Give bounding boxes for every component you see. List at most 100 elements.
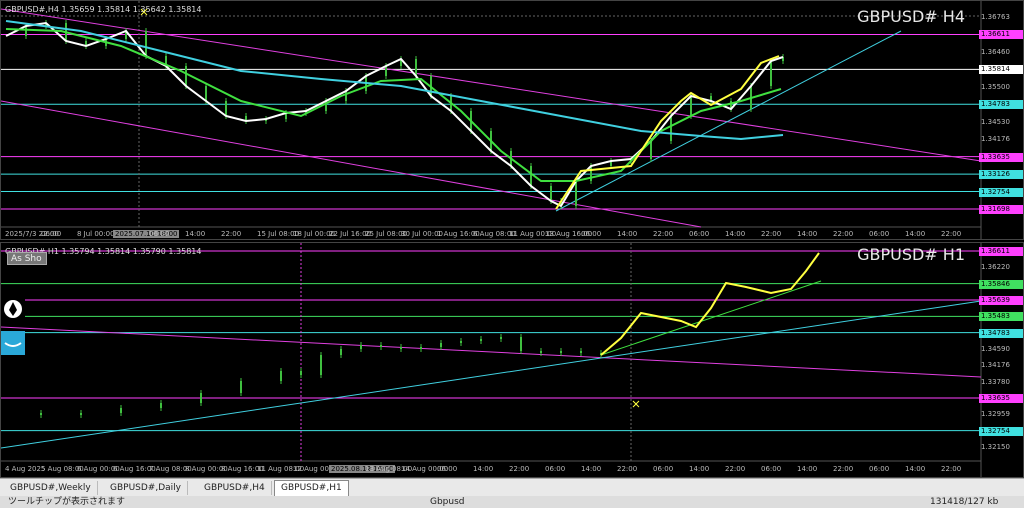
h1-time-label: 06:00 (545, 465, 566, 473)
tab-gbpusd--daily[interactable]: GBPUSD#,Daily (104, 481, 188, 495)
h1-time-label: 22:00 (617, 465, 638, 473)
h4-candle-body (415, 59, 417, 76)
h1-price-label: 1.32754 (979, 426, 1023, 436)
as-show-button[interactable]: As Sho (7, 252, 47, 265)
h1-candle-body (460, 341, 462, 343)
status-symbol: Gbpusd (430, 497, 465, 507)
status-bar: ツールチップが表示されます Gbpusd 131418/127 kb (0, 496, 1024, 508)
h4-time-label: 06:00 (149, 230, 170, 238)
h1-candle-body (580, 351, 582, 353)
h1-price-label: 1.33635 (979, 394, 1023, 403)
h4-candle-body (205, 86, 207, 101)
chart-tab-bar: GBPUSD#,Weekly GBPUSD#,Daily GBPUSD#,H4 GBP… (0, 478, 1024, 497)
h1-time-label: 22:00 (509, 465, 530, 473)
h1-price-label: 1.32150 (981, 443, 1010, 451)
h1-candle-body (360, 345, 362, 349)
h4-candle-body (770, 61, 772, 86)
h1-time-label: 22:00 (833, 465, 854, 473)
h1-candle-body (320, 355, 322, 375)
h4-candle-body (530, 166, 532, 186)
h1-time-label: 22:00 (941, 465, 962, 473)
h4-time-label: 06:00 (869, 230, 890, 238)
h4-time-label: 06:00 (41, 230, 62, 238)
h1-chart-canvas[interactable] (1, 243, 1024, 478)
h1-price-label: 1.35483 (979, 312, 1023, 322)
h4-price-label: 1.36460 (981, 47, 1010, 56)
h4-price-label: 1.34783 (979, 100, 1023, 110)
status-tooltip-text: ツールチップが表示されます (8, 497, 126, 507)
h1-time-label: 06:00 (869, 465, 890, 473)
h4-price-label: 1.35500 (981, 82, 1010, 91)
h4-candle-body (345, 91, 347, 101)
h4-time-label: 22:00 (833, 230, 854, 238)
h4-ma-green (5, 28, 782, 182)
h1-price-label: 1.34176 (981, 361, 1010, 370)
h4-time-label: 8 Jul 00:00 (77, 230, 115, 238)
h4-time-label: 2025.07.10 18:00 (113, 230, 180, 238)
h1-candle-body (40, 413, 42, 415)
h4-trendline (555, 30, 902, 212)
h1-candle-body (400, 347, 402, 349)
h4-chart-canvas[interactable] (1, 1, 1024, 240)
h4-time-label: 14:00 (185, 230, 206, 238)
h4-symbol-title: GBPUSD# H4 (857, 7, 965, 26)
h4-time-label: 06:00 (689, 230, 710, 238)
h1-channel-line (1, 326, 982, 378)
h1-candle-body (240, 381, 242, 393)
h4-candle-body (670, 116, 672, 141)
h1-candle-body (420, 347, 422, 349)
wave-icon[interactable] (1, 331, 25, 355)
h1-price-label: 1.36220 (981, 263, 1010, 272)
h1-candle-body (520, 337, 522, 351)
h1-candle-body (500, 337, 502, 339)
h4-candle-body (225, 101, 227, 116)
h1-time-label: 22:00 (725, 465, 746, 473)
chart-pane-h1[interactable]: GBPUSD#,H1 1.35794 1.35814 1.35790 1.358… (0, 242, 1024, 478)
h1-price-label: 1.34783 (979, 328, 1023, 338)
h1-price-label: 1.32959 (981, 410, 1010, 419)
h4-candle-body (690, 96, 692, 116)
tab-gbpusd--h4[interactable]: GBPUSD#,H4 (198, 481, 272, 495)
h4-time-label: 22:00 (941, 230, 962, 238)
h4-candle-body (550, 186, 552, 201)
h4-time-label: 22:00 (653, 230, 674, 238)
h4-price-label: 1.34176 (981, 135, 1010, 144)
h1-zigzag (600, 252, 820, 356)
h4-time-label: 14:00 (797, 230, 818, 238)
h1-candle-body (120, 408, 122, 413)
chart-pane-h4[interactable]: GBPUSD#,H4 1.35659 1.35814 1.35642 1.358… (0, 0, 1024, 240)
h1-price-label: 1.35846 (979, 279, 1023, 289)
h1-symbol-title: GBPUSD# H1 (857, 245, 965, 264)
pen-icon[interactable] (1, 297, 25, 321)
h4-time-label: 22:00 (761, 230, 782, 238)
h1-candle-body (300, 371, 302, 375)
h4-time-label: 14:00 (725, 230, 746, 238)
tab-gbpusd--weekly[interactable]: GBPUSD#,Weekly (4, 481, 98, 495)
h1-candle-body (480, 339, 482, 341)
h4-time-label: 14:00 (905, 230, 926, 238)
tab-gbpusd--h1[interactable]: GBPUSD#,H1 (274, 480, 349, 497)
h4-candle-body (650, 141, 652, 159)
h4-price-label: 1.36611 (979, 30, 1023, 40)
h4-time-label: 22:00 (221, 230, 242, 238)
h1-time-label: 06:00 (653, 465, 674, 473)
h1-candle-body (340, 349, 342, 355)
h4-time-label: 06:00 (581, 230, 602, 238)
h1-time-label: 14:00 (905, 465, 926, 473)
h1-time-label: 4 Aug 2025 (5, 465, 46, 473)
h1-candle-body (280, 371, 282, 381)
h1-time-label: 14:00 (689, 465, 710, 473)
h4-price-label: 1.35814 (979, 65, 1023, 75)
h1-time-label: 06:00 (437, 465, 458, 473)
h1-trendline (1, 300, 982, 449)
h1-candle-body (560, 351, 562, 353)
h4-candle-body (25, 26, 27, 36)
h1-candle-body (380, 345, 382, 347)
h4-info-line: GBPUSD#,H4 1.35659 1.35814 1.35642 1.358… (5, 5, 202, 14)
h4-price-label: 1.36763 (981, 13, 1010, 21)
h1-time-label: 06:00 (761, 465, 782, 473)
h1-candle-body (80, 413, 82, 415)
h1-candle-body (160, 403, 162, 408)
h4-price-label: 1.33126 (979, 170, 1023, 180)
h1-green-trendline (600, 280, 822, 356)
